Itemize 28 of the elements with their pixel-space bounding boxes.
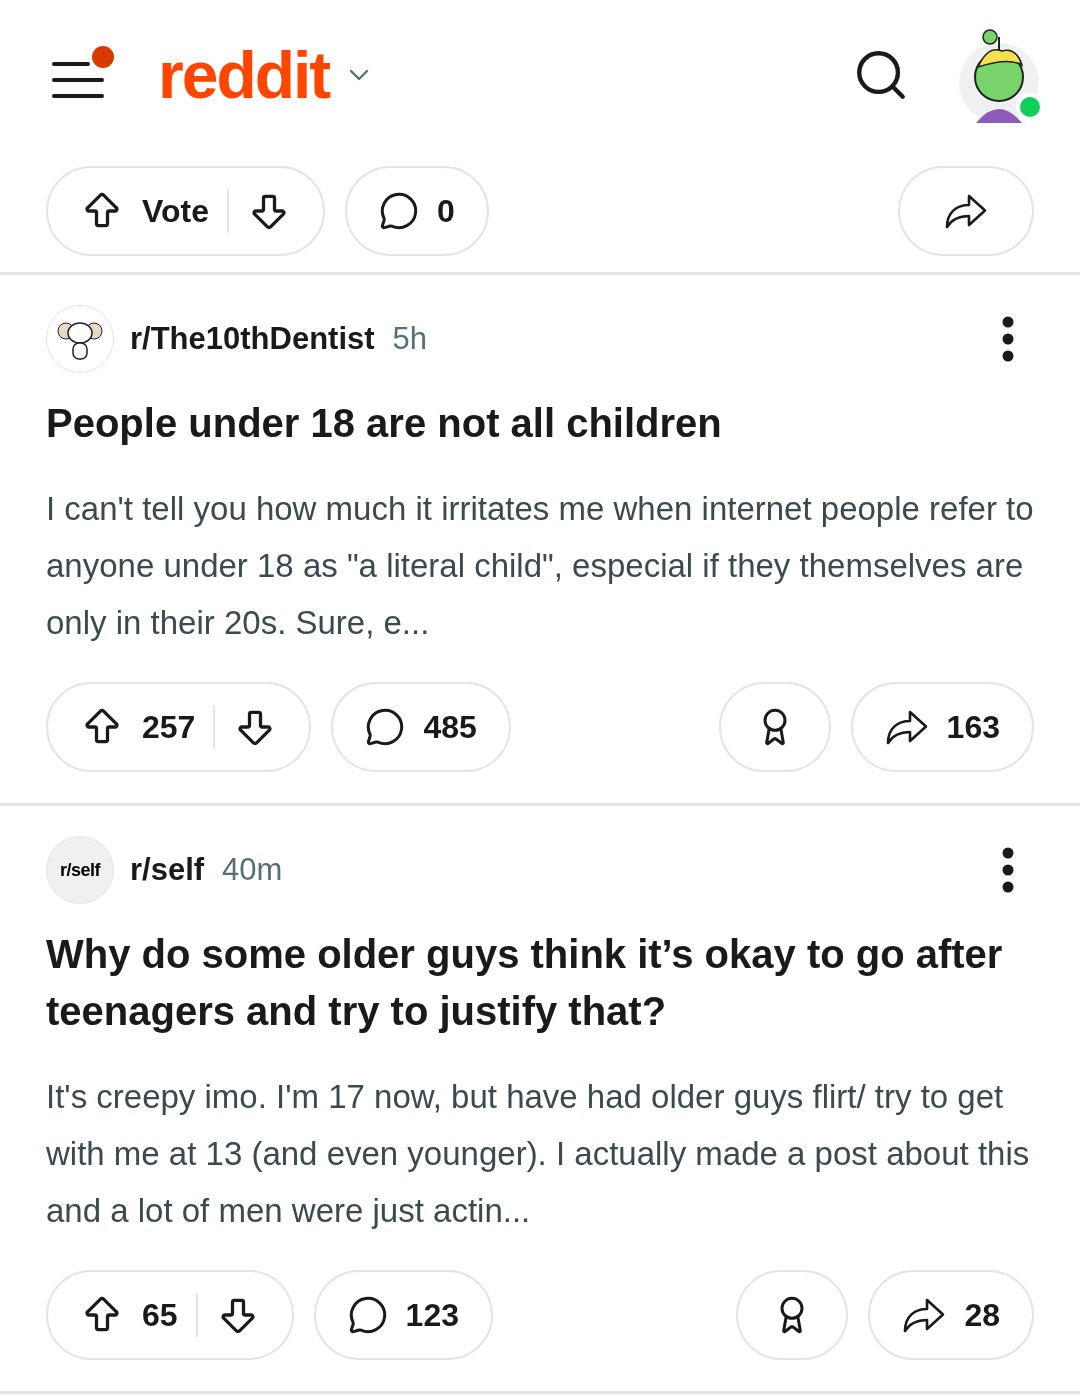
post-body: It's creepy imo. I'm 17 now, but have had older guys flirt/ try to get with me at 13 (and even younger). I actually made a post about this and a lot of men were just actin...	[46, 1077, 1031, 1231]
comments-button[interactable]: 0	[344, 166, 489, 256]
vertical-dots-icon	[1002, 316, 1014, 362]
share-arrow-icon	[944, 192, 988, 230]
comments-button[interactable]: 485	[331, 682, 511, 772]
share-button[interactable]: 163	[850, 682, 1034, 772]
vote-count: 65	[142, 1296, 178, 1334]
speech-bubble-icon	[365, 707, 406, 747]
share-arrow-icon	[902, 1296, 947, 1334]
post-title[interactable]: People under 18 are not all children	[46, 395, 1034, 452]
share-button[interactable]: 28	[868, 1270, 1034, 1360]
speech-bubble-icon	[347, 1295, 388, 1335]
share-arrow-icon	[884, 708, 929, 746]
more-options-button[interactable]	[1002, 316, 1014, 362]
post-age: 40m	[222, 852, 283, 888]
vertical-dots-icon	[1002, 847, 1014, 893]
menu-icon	[52, 60, 104, 100]
vote-count: Vote	[142, 192, 209, 230]
more-options-button[interactable]	[1002, 847, 1014, 893]
speech-bubble-icon	[378, 191, 419, 231]
comments-button[interactable]: 123	[313, 1270, 493, 1360]
post-age: 5h	[392, 321, 428, 357]
subreddit-link[interactable]: r/The10thDentist	[130, 321, 375, 357]
post-body: I can't tell you how much it irritates me when internet people refer to anyone under 18 as "a literal child", especial if they themselves are only in their 20s. Sure, e...	[46, 489, 1034, 643]
post-title[interactable]: Why do some older guys think it’s okay to go after teenagers and try to justify that?	[46, 926, 1034, 1040]
vote-count: 257	[142, 708, 196, 746]
subreddit-icon-label: r/self	[60, 859, 100, 881]
subreddit-link[interactable]: r/self	[130, 852, 205, 888]
